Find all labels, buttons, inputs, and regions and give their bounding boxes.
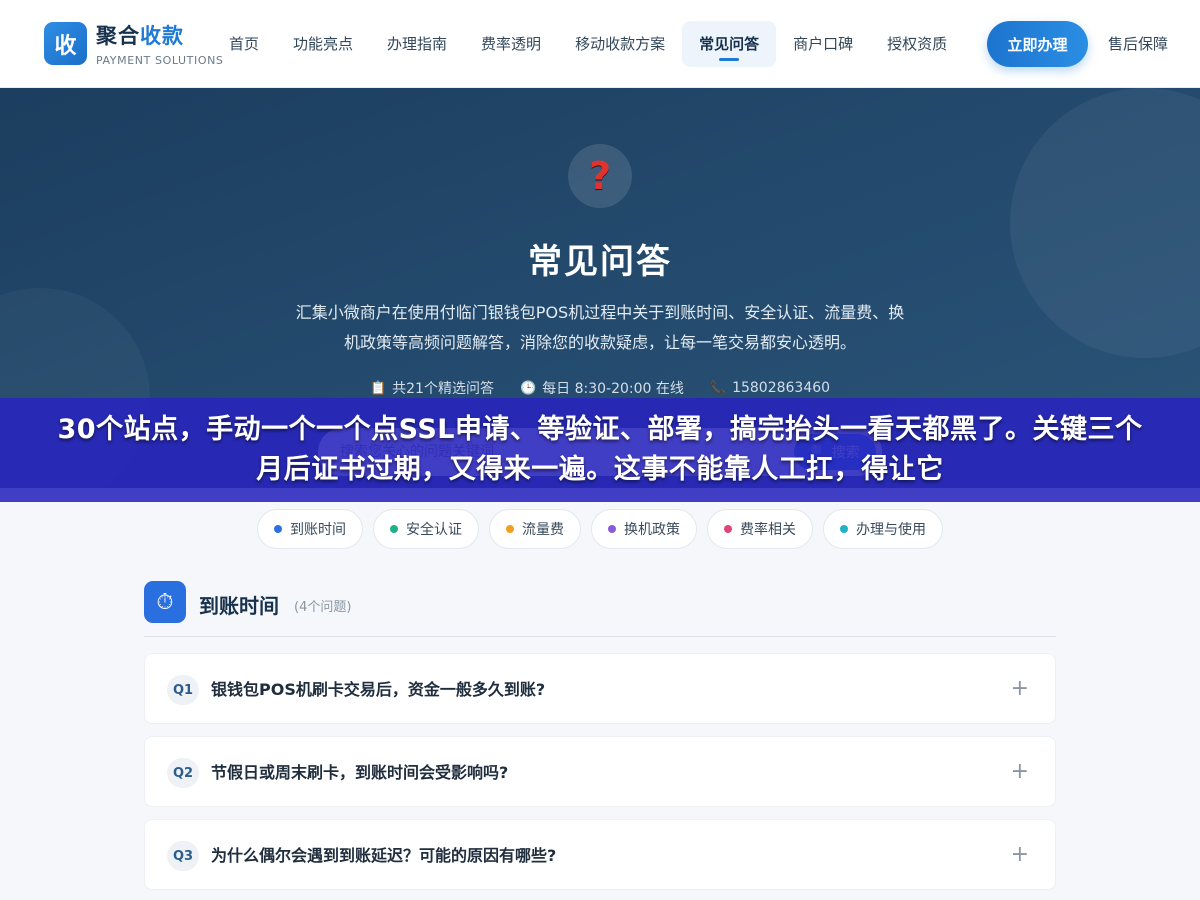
question-text: 为什么偶尔会遇到到账延迟？可能的原因有哪些? [211, 846, 557, 865]
section-count: (4个问题) [294, 600, 352, 615]
question-icon: ? [568, 144, 632, 208]
nav-item-home[interactable]: 首页 [212, 21, 276, 67]
section-header: ⏱ 到账时间 (4个问题) [144, 581, 1056, 637]
nav-item-mobile[interactable]: 移动收款方案 [558, 21, 682, 67]
nav-item-features[interactable]: 功能亮点 [276, 21, 370, 67]
hero-stats: 📋 共21个精选问答 🕒 每日 8:30-20:00 在线 📞 15802863460 [0, 378, 1200, 398]
nav-item-guide[interactable]: 办理指南 [370, 21, 464, 67]
question-text: 银钱包POS机刷卡交易后，资金一般多久到账? [211, 680, 546, 699]
plus-icon[interactable]: + [1011, 759, 1029, 785]
logo-title: 聚合收款 [96, 24, 184, 48]
plus-icon[interactable]: + [1011, 842, 1029, 868]
stat-hours: 🕒 每日 8:30-20:00 在线 [519, 380, 684, 398]
clipboard-icon: 📋 [369, 380, 387, 396]
faq-item[interactable]: Q3 为什么偶尔会遇到到账延迟？可能的原因有哪些? + [144, 819, 1056, 890]
category-chips: 到账时间 安全认证 流量费 换机政策 费率相关 办理与使用 [0, 509, 1200, 549]
decor-circle [1010, 88, 1200, 358]
chip-dot [724, 525, 732, 533]
question-text: 节假日或周末刷卡，到账时间会受影响吗? [211, 763, 509, 782]
chip-dot [274, 525, 282, 533]
faq-item[interactable]: Q2 节假日或周末刷卡，到账时间会受影响吗? + [144, 736, 1056, 807]
stat-count: 📋 共21个精选问答 [369, 380, 494, 398]
nav-item-fees[interactable]: 费率透明 [464, 21, 558, 67]
section-title: 到账时间 [199, 594, 279, 618]
site-header: 收 聚合收款 PAYMENT SOLUTIONS 首页 功能亮点 办理指南 费率… [0, 0, 1200, 88]
nav-item-reviews[interactable]: 商户口碑 [776, 21, 870, 67]
main-nav: 首页 功能亮点 办理指南 费率透明 移动收款方案 常见问答 商户口碑 授权资质 [212, 21, 964, 67]
clock-icon: 🕒 [519, 380, 537, 396]
stat-phone[interactable]: 📞 15802863460 [710, 378, 830, 398]
chip-dot [608, 525, 616, 533]
chip-dot [506, 525, 514, 533]
chip-fees[interactable]: 费率相关 [707, 509, 813, 549]
logo[interactable]: 聚合收款 PAYMENT SOLUTIONS [96, 20, 224, 67]
chip-dot [840, 525, 848, 533]
nav-item-faq[interactable]: 常见问答 [682, 21, 777, 67]
apply-now-button[interactable]: 立即办理 [987, 21, 1088, 67]
nav-item-license[interactable]: 授权资质 [870, 21, 964, 67]
page-description: 汇集小微商户在使用付临门银钱包POS机过程中关于到账时间、安全认证、流量费、换机… [295, 303, 905, 352]
logo-subtitle: PAYMENT SOLUTIONS [96, 54, 224, 67]
plus-icon[interactable]: + [1011, 676, 1029, 702]
chip-dot [390, 525, 398, 533]
logo-icon[interactable]: 收 [44, 22, 87, 65]
page-title: 常见问答 [528, 242, 672, 282]
question-number: Q1 [167, 675, 199, 705]
banner-text: 30个站点，手动一个一个点SSL申请、等验证、部署，搞完抬头一看天都黑了。关键三… [57, 414, 1143, 485]
question-number: Q2 [167, 758, 199, 788]
overlay-banner: 30个站点，手动一个一个点SSL申请、等验证、部署，搞完抬头一看天都黑了。关键三… [0, 398, 1200, 502]
stopwatch-icon: ⏱ [144, 581, 186, 623]
chip-replacement[interactable]: 换机政策 [591, 509, 697, 549]
chip-data-fee[interactable]: 流量费 [489, 509, 581, 549]
chip-security[interactable]: 安全认证 [373, 509, 479, 549]
chip-arrival-time[interactable]: 到账时间 [257, 509, 363, 549]
faq-item[interactable]: Q1 银钱包POS机刷卡交易后，资金一般多久到账? + [144, 653, 1056, 724]
nav-item-aftersales[interactable]: 售后保障 [1108, 21, 1168, 67]
chip-usage[interactable]: 办理与使用 [823, 509, 943, 549]
question-number: Q3 [167, 841, 199, 871]
phone-icon: 📞 [709, 380, 727, 396]
